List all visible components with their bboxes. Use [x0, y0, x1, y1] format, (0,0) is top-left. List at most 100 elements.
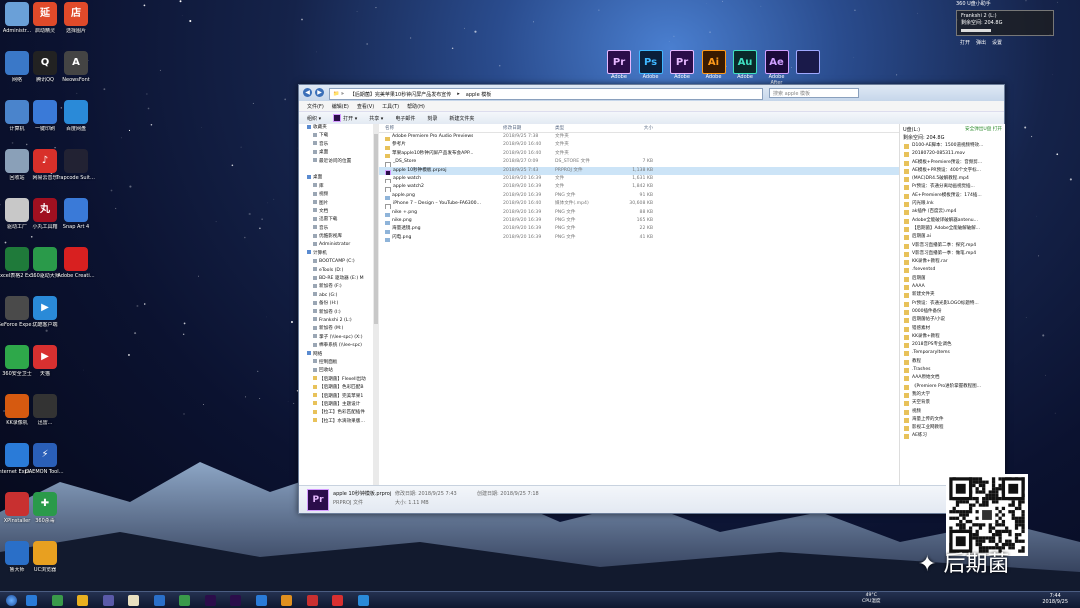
usb-list-item[interactable]: 《Premiere Pro进阶掌握教程图...: [900, 383, 1005, 391]
nav-item[interactable]: 控制面板: [299, 359, 373, 367]
usb-list-item[interactable]: Pr预设：衣通分离动画视觉插...: [900, 183, 1005, 191]
usb-list-item[interactable]: 后期菌.ai: [900, 233, 1005, 241]
column-date[interactable]: 修改日期: [503, 125, 555, 131]
usb-list-item[interactable]: 后期菌: [900, 275, 1005, 283]
taskbar-app-icon[interactable]: [153, 595, 165, 606]
menu-item[interactable]: 帮助(H): [407, 103, 425, 110]
premiere-app-shortcut[interactable]: Pr Adobe: [606, 50, 632, 80]
usb-list-item[interactable]: 视频: [900, 408, 1005, 416]
start-button-icon[interactable]: [6, 595, 17, 606]
daemon-tools-shortcut[interactable]: ⚡ DAEMON Tools Lite: [25, 443, 65, 475]
nav-item[interactable]: 新加卷 (I:): [299, 309, 373, 317]
menu-item[interactable]: 查看(V): [357, 103, 374, 110]
usb-list-item[interactable]: AE模板+PR预设：400个文字标...: [900, 167, 1005, 175]
file-row[interactable]: iPhone 7 – Design – YouTube-FA6300... 201…: [379, 200, 899, 209]
taskbar-app-icon[interactable]: [204, 595, 216, 606]
nav-item[interactable]: 文档: [299, 208, 373, 216]
open-button[interactable]: 打开 ▾: [333, 114, 357, 122]
nav-item[interactable]: 音乐: [299, 225, 373, 233]
widget-card[interactable]: Frankshi 2 (L:) 剩余空间: 204.8G: [956, 10, 1054, 36]
file-row[interactable]: 海量透镜.png 2018/9/20 16:39 PNG 文件 22 KB: [379, 225, 899, 234]
nav-item[interactable]: 迅雷下载: [299, 216, 373, 224]
nav-item[interactable]: 棉拳系统 (\\lee-spc): [299, 342, 373, 350]
usb-list-item[interactable]: 【后期菌】Adobe全能破解破解...: [900, 225, 1005, 233]
taskbar-app-icon[interactable]: [26, 595, 37, 606]
file-row[interactable]: 闪电.png 2018/9/20 16:39 PNG 文件 41 KB: [379, 234, 899, 243]
nav-item[interactable]: BD-RE 驱动器 (E:) M: [299, 275, 373, 283]
usb-list-item[interactable]: 我的大学: [900, 391, 1005, 399]
file-row[interactable]: 参考片 2018/9/20 16:40 文件夹: [379, 141, 899, 150]
nav-item[interactable]: 音乐: [299, 141, 373, 149]
usb-list-item[interactable]: AE+Premiere模板预设：174插...: [900, 192, 1005, 200]
usb-list-item[interactable]: AE模板+Premiere预设：音频剪...: [900, 159, 1005, 167]
menu-item[interactable]: 文件(F): [307, 103, 324, 110]
usb-list-item[interactable]: .TemporaryItems: [900, 349, 1005, 357]
usb-list-item[interactable]: 0000插件备份: [900, 308, 1005, 316]
usb-list-item[interactable]: AAAA: [900, 283, 1005, 291]
usb-list-item[interactable]: 后期菌帖子/小说: [900, 316, 1005, 324]
email-button[interactable]: 电子邮件: [395, 115, 415, 122]
usb-list-item[interactable]: KK录像+教程: [900, 333, 1005, 341]
nav-item[interactable]: 备份 (H:): [299, 300, 373, 308]
nav-item[interactable]: 收藏夹: [299, 124, 373, 132]
taskbar-app-icon[interactable]: [179, 595, 190, 606]
usb-list-item[interactable]: (MAC)DR4.5破解教程.mp4: [900, 175, 1005, 183]
nav-item[interactable]: 【后期菌】主题设计: [299, 401, 373, 409]
taskbar-app-icon[interactable]: [128, 595, 139, 606]
trapcode-shortcut[interactable]: Trapcode Suite 12.1...: [56, 149, 96, 181]
clock[interactable]: 7:44 2018/9/25: [1042, 593, 1068, 605]
file-row[interactable]: apple watch2 2018/9/20 16:39 文件 1,842 KB: [379, 183, 899, 192]
usb-list-item[interactable]: 影视工业网教程: [900, 424, 1005, 432]
file-row[interactable]: nike +.png 2018/9/20 16:39 PNG 文件 88 KB: [379, 209, 899, 217]
taskbar-app-icon[interactable]: [51, 595, 63, 606]
nav-item[interactable]: 【拉工】水滴效果版…: [299, 418, 373, 426]
nav-item[interactable]: abc (G:): [299, 292, 373, 300]
usb-list-item[interactable]: 教程: [900, 358, 1005, 366]
nav-item[interactable]: 新加卷 (M:): [299, 325, 373, 333]
taskbar-app-icon[interactable]: [281, 595, 292, 606]
nav-item[interactable]: 掌子 (\\lee-spc) (X:): [299, 334, 373, 342]
nav-item[interactable]: Frankshi 2 (L:): [299, 317, 373, 325]
share-button[interactable]: 共享 ▾: [369, 115, 383, 122]
nav-item[interactable]: 桌面: [299, 174, 373, 182]
photoshop-app-shortcut[interactable]: Ps Adobe: [638, 50, 664, 80]
usb-list-item[interactable]: AE练习: [900, 432, 1005, 440]
file-row[interactable]: 苹果apple10秒钟闪屏产品发布会APP... 2018/9/20 16:40 文…: [379, 150, 899, 159]
usb-list-item[interactable]: 闪光眼.lnk: [900, 200, 1005, 208]
nav-item[interactable]: 计算机: [299, 250, 373, 258]
usb-list-item[interactable]: Adobe全能破译破解器antenu...: [900, 217, 1005, 225]
premiere-app-shortcut-2[interactable]: Pr Adobe: [669, 50, 695, 80]
breadcrumb-current[interactable]: apple 模板: [463, 91, 494, 98]
burn-button[interactable]: 刻录: [427, 115, 437, 122]
usb-list-item[interactable]: D100-AE脚本：1500道视频特效...: [900, 142, 1005, 150]
forward-icon[interactable]: ▶: [315, 88, 324, 97]
column-name[interactable]: 名称: [379, 125, 503, 131]
usb-list-item[interactable]: KK录像+教程.rar: [900, 258, 1005, 266]
taskbar-app-icon[interactable]: [332, 595, 343, 606]
baidu-pan-shortcut[interactable]: 百度网盘: [59, 100, 93, 132]
usb-list-item[interactable]: 20180720-085311.mov: [900, 150, 1005, 158]
thunder-shortcut[interactable]: 迅雷...: [28, 394, 62, 426]
taskbar-app-icon[interactable]: [77, 595, 88, 606]
nav-item[interactable]: 【后期菌】完美苹果1: [299, 393, 373, 401]
usb-list-item[interactable]: Pr预设：衣通光影LOGO标题特...: [900, 300, 1005, 308]
usb-list-item[interactable]: 2018音PS专业调色: [900, 341, 1005, 349]
widget-open-button[interactable]: 打开: [960, 39, 970, 46]
file-row[interactable]: apple 10秒钟模板.prproj 2018/9/25 7:43 PRPROJ …: [379, 166, 899, 175]
widget-eject-button[interactable]: 弹出: [976, 39, 986, 46]
file-row[interactable]: apple.png 2018/9/20 16:39 PNG 文件 91 KB: [379, 192, 899, 201]
new-folder-button[interactable]: 新建文件夹: [449, 115, 474, 122]
usb-list-item[interactable]: .fseventsd: [900, 266, 1005, 274]
breadcrumb-parent[interactable]: 【后期菌】完美苹果10秒钟闪屏产品发布宣传: [347, 91, 454, 98]
usb-list-item[interactable]: 海量上传的文件: [900, 416, 1005, 424]
illustrator-app-shortcut[interactable]: Ai Adobe: [701, 50, 727, 80]
uc-browser-shortcut[interactable]: UC浏览器: [28, 541, 62, 573]
menu-item[interactable]: 工具(T): [382, 103, 399, 110]
usb-list-item[interactable]: 天空背景: [900, 399, 1005, 407]
usb-list-item[interactable]: .Trashes: [900, 366, 1005, 374]
taskbar-app-icon[interactable]: [255, 595, 267, 606]
search-input[interactable]: 搜索 apple 模板: [769, 88, 859, 98]
column-size[interactable]: 大小: [605, 125, 653, 131]
nav-item[interactable]: 最近访问的位置: [299, 158, 373, 166]
360-antivirus-shortcut[interactable]: ✚ 360杀毒: [28, 492, 62, 524]
